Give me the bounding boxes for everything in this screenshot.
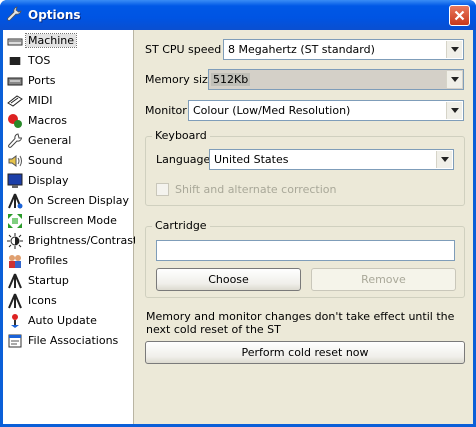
sidebar-item-file-associations[interactable]: File Associations: [4, 331, 133, 351]
options-sidebar: Machine TOS Ports MIDI Macros General So…: [3, 30, 137, 424]
chevron-down-icon: [451, 108, 459, 113]
language-label: Language: [156, 153, 211, 166]
machine-icon: [7, 33, 23, 49]
memory-size-label: Memory size: [145, 73, 215, 86]
sidebar-item-profiles[interactable]: Profiles: [4, 251, 133, 271]
monitor-select[interactable]: Colour (Low/Med Resolution): [188, 100, 464, 121]
sidebar-item-label: Brightness/Contrast: [28, 234, 138, 247]
sidebar-item-label: Ports: [28, 74, 56, 87]
sidebar-item-label: Icons: [28, 294, 57, 307]
sidebar-item-label: Profiles: [28, 254, 68, 267]
wrench-icon: [6, 6, 22, 22]
auto-update-icon: [7, 313, 23, 329]
options-window: Options Machine TOS Ports MIDI Macros Ge…: [0, 0, 476, 427]
memory-size-value: 512Kb: [211, 73, 251, 86]
sidebar-item-icons[interactable]: Icons: [4, 291, 133, 311]
display-icon: [7, 173, 23, 189]
sidebar-item-general[interactable]: General: [4, 131, 133, 151]
sidebar-item-auto-update[interactable]: Auto Update: [4, 311, 133, 331]
sidebar-item-label: Auto Update: [28, 314, 97, 327]
startup-icon: [7, 273, 23, 289]
window-title: Options: [28, 8, 81, 22]
chevron-down-icon: [451, 77, 459, 82]
general-icon: [7, 133, 23, 149]
cartridge-group-title: Cartridge: [152, 219, 210, 232]
language-value: United States: [214, 153, 289, 166]
fullscreen-icon: [7, 213, 23, 229]
cold-reset-button[interactable]: Perform cold reset now: [145, 341, 465, 364]
close-button[interactable]: [449, 5, 470, 26]
cpu-speed-select[interactable]: 8 Megahertz (ST standard): [223, 39, 464, 60]
sidebar-item-label: Display: [28, 174, 69, 187]
chevron-down-icon: [441, 157, 449, 162]
sidebar-item-macros[interactable]: Macros: [4, 111, 133, 131]
dropdown-button[interactable]: [436, 151, 452, 168]
sidebar-item-sound[interactable]: Sound: [4, 151, 133, 171]
monitor-value: Colour (Low/Med Resolution): [193, 104, 351, 117]
cartridge-group: Cartridge Choose Remove: [145, 219, 465, 298]
sidebar-item-ports[interactable]: Ports: [4, 71, 133, 91]
file-associations-icon: [7, 333, 23, 349]
sidebar-item-label: General: [28, 134, 72, 147]
monitor-label: Monitor: [145, 104, 187, 117]
keyboard-group: Keyboard Language United States Shift an…: [145, 129, 465, 206]
cpu-speed-value: 8 Megahertz (ST standard): [228, 43, 375, 56]
macros-icon: [7, 113, 23, 129]
remove-cartridge-button[interactable]: Remove: [311, 268, 456, 291]
language-select[interactable]: United States: [209, 149, 454, 170]
sidebar-item-startup[interactable]: Startup: [4, 271, 133, 291]
sound-icon: [7, 153, 23, 169]
shift-correction-checkbox[interactable]: [156, 183, 169, 196]
choose-cartridge-button[interactable]: Choose: [156, 268, 301, 291]
sidebar-item-label: On Screen Display: [28, 194, 129, 207]
sidebar-item-on-screen-display[interactable]: On Screen Display: [4, 191, 133, 211]
sidebar-item-label: File Associations: [28, 334, 119, 347]
sidebar-item-label: Machine: [24, 33, 78, 48]
sidebar-item-display[interactable]: Display: [4, 171, 133, 191]
dialog-client: Machine TOS Ports MIDI Macros General So…: [3, 30, 473, 424]
close-icon: [454, 10, 465, 21]
brightness-icon: [7, 233, 23, 249]
chevron-down-icon: [451, 47, 459, 52]
cold-reset-note: Memory and monitor changes don't take ef…: [146, 310, 455, 336]
dropdown-button[interactable]: [446, 41, 462, 58]
sidebar-item-label: TOS: [28, 54, 51, 67]
tos-chip-icon: [7, 53, 23, 69]
cpu-speed-label: ST CPU speed: [145, 43, 222, 56]
dropdown-button[interactable]: [446, 71, 462, 88]
cartridge-path-input[interactable]: [156, 240, 455, 261]
sidebar-item-label: Fullscreen Mode: [28, 214, 117, 227]
keyboard-group-title: Keyboard: [152, 129, 210, 142]
sidebar-item-label: Startup: [28, 274, 69, 287]
icons-icon: [7, 293, 23, 309]
sidebar-item-label: Sound: [28, 154, 63, 167]
sidebar-item-midi[interactable]: MIDI: [4, 91, 133, 111]
sidebar-item-tos[interactable]: TOS: [4, 51, 133, 71]
sidebar-item-label: MIDI: [28, 94, 53, 107]
sidebar-item-fullscreen-mode[interactable]: Fullscreen Mode: [4, 211, 133, 231]
on-screen-display-icon: [7, 193, 23, 209]
machine-panel: ST CPU speed 8 Megahertz (ST standard) M…: [135, 30, 473, 424]
sidebar-item-label: Macros: [28, 114, 68, 127]
midi-icon: [7, 93, 23, 109]
memory-size-select[interactable]: 512Kb: [208, 69, 464, 90]
sidebar-item-brightness-contrast[interactable]: Brightness/Contrast: [4, 231, 137, 251]
sidebar-item-machine[interactable]: Machine: [4, 31, 133, 51]
profiles-icon: [7, 253, 23, 269]
title-bar[interactable]: Options: [0, 0, 476, 30]
dropdown-button[interactable]: [446, 102, 462, 119]
ports-icon: [7, 73, 23, 89]
shift-correction-label: Shift and alternate correction: [175, 183, 337, 196]
